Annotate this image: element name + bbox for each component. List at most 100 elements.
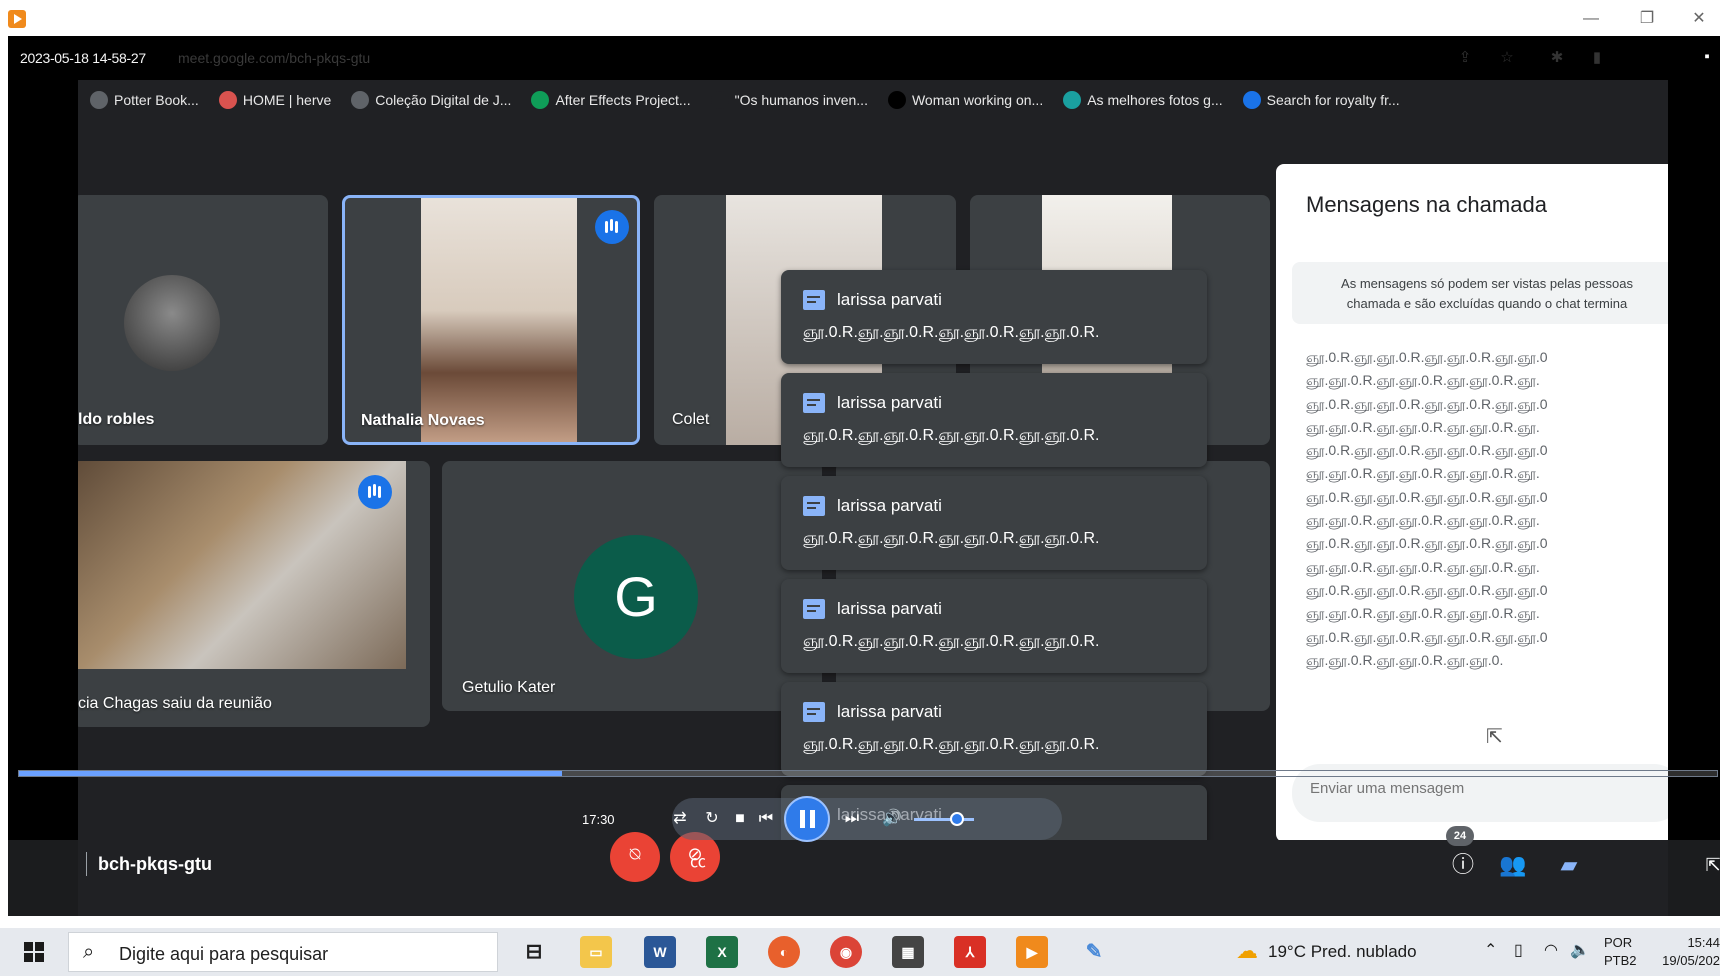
- restore-icon[interactable]: ❐: [1632, 8, 1662, 30]
- mic-off-icon: ⍉: [629, 844, 641, 864]
- bookmark-item[interactable]: As melhores fotos g...: [1063, 91, 1223, 109]
- expand-icon[interactable]: ⇱: [1698, 850, 1720, 880]
- info-icon[interactable]: ⓘ: [1448, 850, 1478, 880]
- meet-bottom-bar: bch-pkqs-gtu ⍉ ⊘ ㏄ ⓘ 👥 24 ▰ ⇱: [78, 826, 1720, 916]
- video-feed: [421, 198, 577, 442]
- people-icon[interactable]: 👥: [1498, 850, 1528, 880]
- calculator-icon[interactable]: ▦: [892, 936, 924, 968]
- participant-name: Getulio Kater: [462, 679, 556, 696]
- player-titlebar: — ❐ ✕: [0, 0, 1720, 36]
- sidebar-icon: ▮: [1592, 49, 1602, 66]
- mic-off-button[interactable]: ⍉: [610, 832, 660, 882]
- weather-icon: ☁: [1236, 938, 1258, 963]
- chat-message-line: ஞூ.ஞூ.0.R.ஞூ.ஞூ.0.R.ஞூ.ஞூ.0.: [1306, 651, 1504, 668]
- bookmark-label: HOME | herve: [242, 92, 332, 108]
- paint-icon[interactable]: ✎: [1078, 936, 1110, 968]
- participant-name: Colet: [672, 411, 710, 428]
- battery-icon[interactable]: ▯: [1514, 940, 1523, 960]
- bookmark-item[interactable]: Search for royalty fr...: [1242, 91, 1400, 109]
- chat-message-line: ஞூ.0.R.ஞூ.ஞூ.0.R.ஞூ.ஞூ.0.R.ஞூ.ஞூ.0: [1306, 535, 1548, 552]
- chat-message-line: ஞூ.ஞூ.0.R.ஞூ.ஞூ.0.R.ஞூ.ஞூ.0.R.ஞூ.: [1306, 605, 1540, 622]
- chat-icon[interactable]: ▰: [1554, 850, 1584, 880]
- weather-text[interactable]: 19°C Pred. nublado: [1268, 942, 1417, 962]
- pause-button[interactable]: [784, 796, 830, 842]
- chat-input[interactable]: [1310, 780, 1650, 797]
- speaking-icon: [358, 475, 392, 509]
- bookmark-item[interactable]: HOME | herve: [218, 91, 332, 109]
- file-explorer-icon[interactable]: ▭: [580, 936, 612, 968]
- wifi-icon[interactable]: ◠: [1544, 940, 1558, 960]
- bookmark-item[interactable]: Potter Book...: [90, 91, 199, 109]
- bookmark-label: Potter Book...: [114, 92, 199, 108]
- participant-tile[interactable]: G Getulio Kater: [442, 461, 822, 711]
- rw-icon: [218, 91, 237, 109]
- next-icon[interactable]: ⏭: [838, 806, 866, 832]
- clock[interactable]: 15:44 19/05/202: [1652, 934, 1720, 970]
- video-feed: [78, 461, 406, 669]
- task-view-icon[interactable]: ⊟: [518, 936, 550, 968]
- toast-sender: larissa parvati: [837, 496, 942, 515]
- chevron-up-icon[interactable]: ⌃: [1484, 940, 1497, 960]
- chat-bubble-icon: [803, 702, 825, 722]
- chrome-icon[interactable]: ◉: [830, 936, 862, 968]
- bookmark-item[interactable]: "Os humanos inven...: [710, 91, 868, 109]
- acrobat-icon[interactable]: ⅄: [954, 936, 986, 968]
- people-count-badge: 24: [1446, 826, 1474, 846]
- minimize-icon[interactable]: —: [1576, 8, 1606, 30]
- repeat-icon[interactable]: ↻: [698, 806, 726, 832]
- volume-icon[interactable]: 🔊: [878, 806, 906, 832]
- progress-bar[interactable]: [18, 770, 1718, 777]
- player-controls: ⇄ ↻ ■ ⏮ ⏭ 🔊: [672, 796, 1062, 842]
- participant-tile-active[interactable]: Nathalia Novaes: [342, 195, 640, 445]
- cc-icon[interactable]: ㏄: [690, 848, 706, 872]
- word-icon[interactable]: W: [644, 936, 676, 968]
- chat-message-line: ஞூ.ஞூ.0.R.ஞூ.ஞூ.0.R.ஞூ.ஞூ.0.R.ஞூ.: [1306, 465, 1540, 482]
- previous-icon[interactable]: ⏮: [752, 806, 780, 832]
- bookmark-label: After Effects Project...: [555, 92, 691, 108]
- windows-start-icon[interactable]: [24, 942, 44, 962]
- chat-bubble-icon: [803, 393, 825, 413]
- close-icon[interactable]: ✕: [1684, 8, 1714, 30]
- excel-icon[interactable]: X: [706, 936, 738, 968]
- browser-url[interactable]: meet.google.com/bch-pkqs-gtu: [178, 50, 370, 66]
- globe-icon: [1242, 91, 1261, 109]
- ae-icon: [531, 91, 550, 109]
- clock-time: 15:44: [1687, 935, 1720, 950]
- volume-knob[interactable]: [950, 812, 964, 826]
- volume-slider[interactable]: [914, 818, 974, 821]
- toast-sender: larissa parvati: [837, 599, 942, 618]
- stop-icon[interactable]: ■: [726, 806, 754, 832]
- nd-icon: [351, 91, 370, 109]
- bookmark-item[interactable]: After Effects Project...: [531, 91, 691, 109]
- chat-message-line: ஞூ.0.R.ஞூ.ஞூ.0.R.ஞூ.ஞூ.0.R.ஞூ.ஞூ.0: [1306, 628, 1548, 645]
- chat-notification-toast[interactable]: larissa parvati ஞூ.0.R.ஞூ.ஞூ.0.R.ஞூ.ஞூ.0.…: [781, 476, 1207, 570]
- chat-info-banner: As mensagens só podem ser vistas pelas p…: [1292, 262, 1668, 324]
- chat-notification-toast[interactable]: larissa parvati ஞூ.0.R.ஞூ.ஞூ.0.R.ஞூ.ஞூ.0.…: [781, 373, 1207, 467]
- chat-message-line: ஞூ.0.R.ஞூ.ஞூ.0.R.ஞூ.ஞூ.0.R.ஞூ.ஞூ.0: [1306, 581, 1548, 598]
- media-player-icon[interactable]: ▶: [1016, 936, 1048, 968]
- speaker-icon[interactable]: 🔈: [1570, 940, 1590, 960]
- browser-topbar: 2023-05-18 14-58-27 meet.google.com/bch-…: [8, 36, 1720, 80]
- toast-sender: larissa parvati: [837, 393, 942, 412]
- firefox-icon[interactable]: ◐: [768, 936, 800, 968]
- toast-message: ஞூ.0.R.ஞூ.ஞூ.0.R.ஞூ.ஞூ.0.R.ஞூ.ஞூ.0.R.: [803, 530, 1100, 547]
- chat-notification-toast[interactable]: larissa parvati ஞூ.0.R.ஞூ.ஞூ.0.R.ஞூ.ஞூ.0.…: [781, 579, 1207, 673]
- chat-message-list[interactable]: ஞூ.0.R.ஞூ.ஞூ.0.R.ஞூ.ஞூ.0.R.ஞூ.ஞூ.0 ஞூ.ஞூ.…: [1306, 346, 1668, 696]
- bookmark-item[interactable]: Coleção Digital de J...: [351, 91, 511, 109]
- participant-tile[interactable]: cia Chagas saiu da reunião: [78, 461, 430, 727]
- loop-icon[interactable]: ⇄: [666, 806, 694, 832]
- chat-notification-toast[interactable]: larissa parvati ஞூ.0.R.ஞூ.ஞூ.0.R.ஞூ.ஞூ.0.…: [781, 270, 1207, 364]
- chat-message-line: ஞூ.ஞூ.0.R.ஞூ.ஞூ.0.R.ஞூ.ஞூ.0.R.ஞூ.: [1306, 372, 1540, 389]
- participant-left-notice: cia Chagas saiu da reunião: [78, 695, 272, 712]
- taskbar-search[interactable]: ⌕ Digite aqui para pesquisar: [68, 932, 498, 972]
- progress-fill: [19, 771, 563, 776]
- chat-notification-toast[interactable]: larissa parvati ஞூ.0.R.ஞூ.ஞூ.0.R.ஞூ.ஞூ.0.…: [781, 682, 1207, 776]
- language-indicator[interactable]: POR PTB2: [1604, 934, 1637, 970]
- chat-message-line: ஞூ.0.R.ஞூ.ஞூ.0.R.ஞூ.ஞூ.0.R.ஞூ.ஞூ.0: [1306, 442, 1548, 459]
- grid-icon: ▪: [1704, 48, 1710, 65]
- playback-time: 17:30: [582, 812, 615, 827]
- clock-date: 19/05/202: [1662, 953, 1720, 968]
- participant-tile[interactable]: ldo robles: [78, 195, 328, 445]
- bookmark-item[interactable]: Woman working on...: [887, 91, 1043, 109]
- video-area[interactable]: 2023-05-18 14-58-27 meet.google.com/bch-…: [8, 36, 1720, 916]
